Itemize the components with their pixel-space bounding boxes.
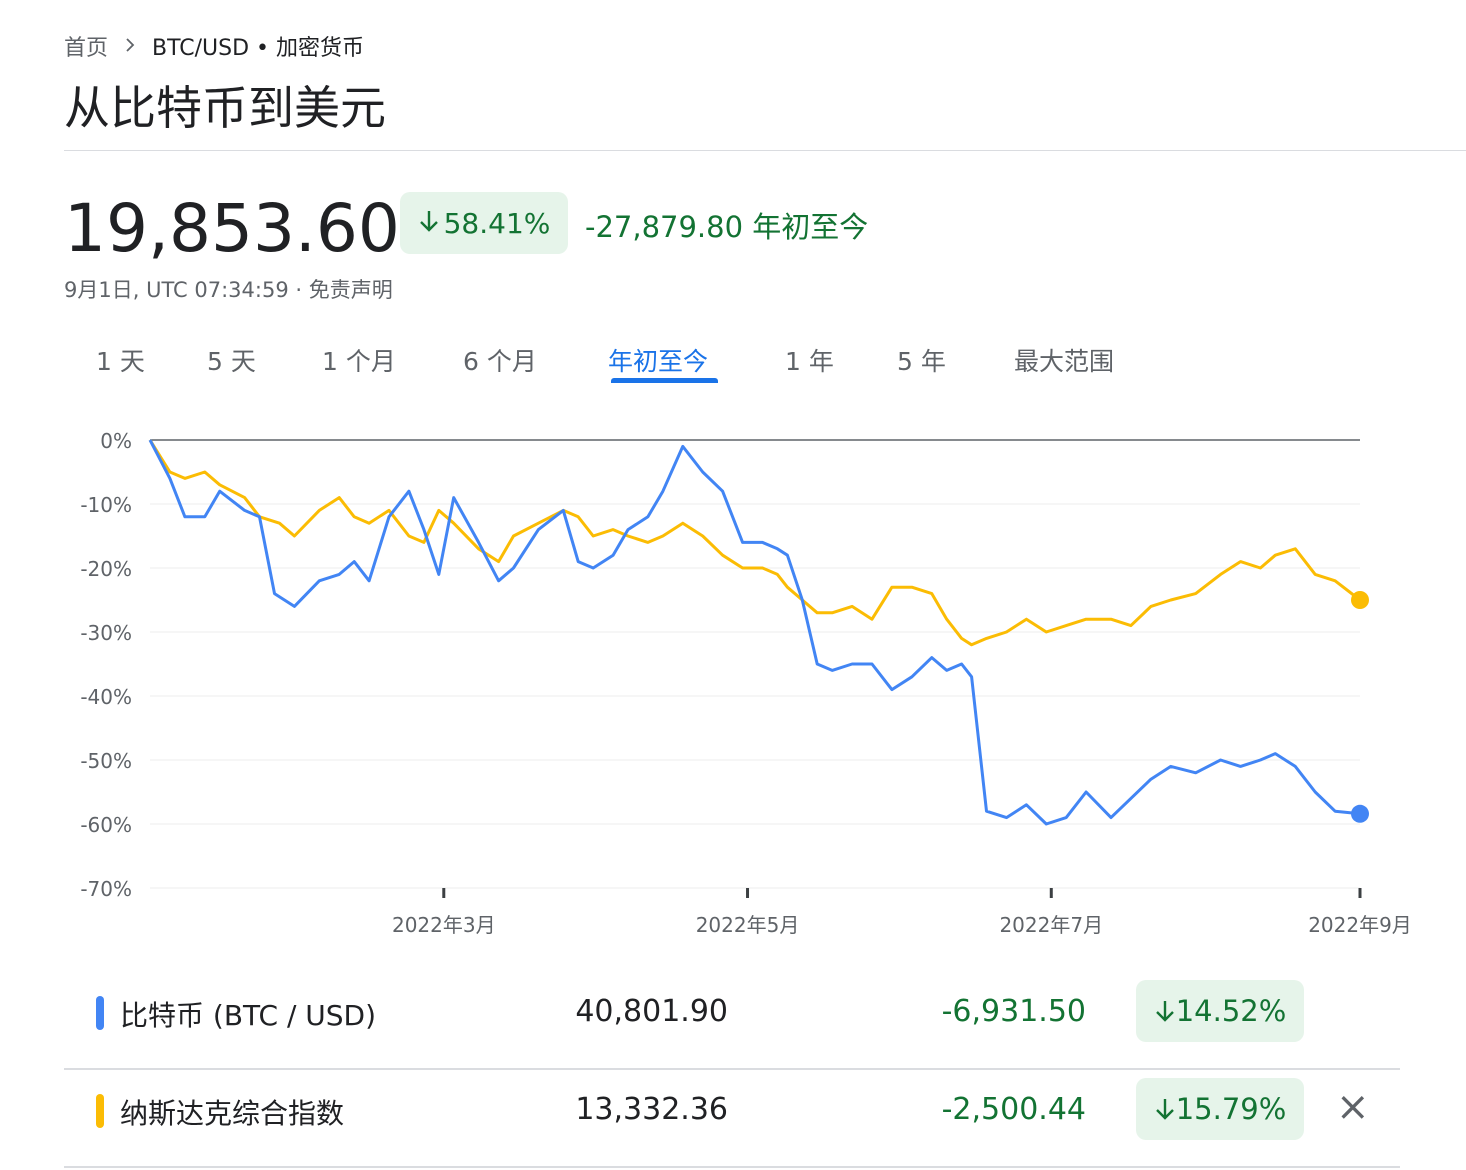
tab-ytd[interactable]: 年初至今	[608, 342, 708, 378]
row-name: 比特币 (BTC / USD)	[120, 999, 377, 1032]
arrow-down-icon	[1155, 1001, 1174, 1022]
row-value: 40,801.90	[575, 994, 728, 1029]
tab-1m[interactable]: 1 个月	[322, 342, 396, 378]
nasdaq-color-swatch	[96, 1094, 104, 1128]
row-value: 13,332.36	[575, 1092, 728, 1127]
row-change: -6,931.50	[941, 994, 1086, 1029]
y-tick-label: -30%	[80, 621, 132, 645]
x-tick-label: 2022年7月	[999, 913, 1103, 937]
change-absolute: -27,879.80 年初至今	[585, 210, 869, 244]
tab-6m[interactable]: 6 个月	[463, 342, 537, 378]
tab-5d[interactable]: 5 天	[207, 342, 256, 378]
table-row-nasdaq[interactable]: 纳斯达克综合指数 13,332.36 -2,500.44 15.79% ×	[64, 1070, 1400, 1168]
current-price: 19,853.60	[64, 190, 400, 267]
timestamp[interactable]: 9月1日, UTC 07:34:59 · 免责声明	[64, 274, 393, 304]
x-tick-label: 2022年9月	[1308, 913, 1412, 937]
tab-max[interactable]: 最大范围	[1014, 342, 1114, 378]
btc-color-swatch	[96, 996, 104, 1030]
y-tick-label: -40%	[80, 685, 132, 709]
btc-end-point	[1351, 804, 1369, 823]
row-change-percent-badge: 15.79%	[1136, 1078, 1304, 1140]
arrow-down-icon	[1155, 1099, 1174, 1120]
tab-1y[interactable]: 1 年	[785, 342, 834, 378]
y-tick-label: -10%	[80, 493, 132, 517]
breadcrumb: 首页 BTC/USD • 加密货币	[64, 30, 364, 62]
arrow-down-icon	[418, 207, 440, 240]
x-tick-label: 2022年5月	[696, 913, 800, 937]
y-tick-label: 0%	[100, 429, 132, 453]
y-tick-label: -50%	[80, 749, 132, 773]
comparison-chart[interactable]: 0% -10% -20% -30% -40% -50% -60% -70% 2022年3月 202…	[0, 400, 1466, 960]
tab-5y[interactable]: 5 年	[897, 342, 946, 378]
breadcrumb-current: BTC/USD • 加密货币	[152, 36, 365, 61]
breadcrumb-home[interactable]: 首页	[64, 30, 108, 62]
comparison-table: 比特币 (BTC / USD) 40,801.90 -6,931.50 14.5…	[64, 972, 1400, 1168]
y-tick-label: -70%	[80, 877, 132, 901]
range-tabs: 1 天 5 天 1 个月 6 个月 年初至今 1 年 5 年 最大范围	[64, 330, 1264, 390]
page-title: 从比特币到美元	[64, 81, 386, 135]
x-tick-label: 2022年3月	[392, 913, 496, 937]
tab-1d[interactable]: 1 天	[96, 342, 145, 378]
row-change-percent: 14.52%	[1175, 994, 1287, 1028]
change-percent-value: 58.41%	[443, 206, 551, 240]
table-row-btc[interactable]: 比特币 (BTC / USD) 40,801.90 -6,931.50 14.5…	[64, 972, 1400, 1070]
chevron-right-icon	[122, 34, 138, 59]
y-tick-label: -60%	[80, 813, 132, 837]
close-icon[interactable]: ×	[1336, 1084, 1370, 1130]
nasdaq-end-point	[1351, 591, 1369, 609]
change-percent-badge: 58.41%	[400, 192, 568, 254]
row-change-percent: 15.79%	[1175, 1092, 1287, 1126]
y-tick-label: -20%	[80, 557, 132, 581]
row-change-percent-badge: 14.52%	[1136, 980, 1304, 1042]
row-name: 纳斯达克综合指数	[120, 1097, 345, 1130]
divider	[64, 150, 1466, 151]
active-tab-indicator	[611, 378, 718, 383]
row-change: -2,500.44	[941, 1092, 1086, 1127]
